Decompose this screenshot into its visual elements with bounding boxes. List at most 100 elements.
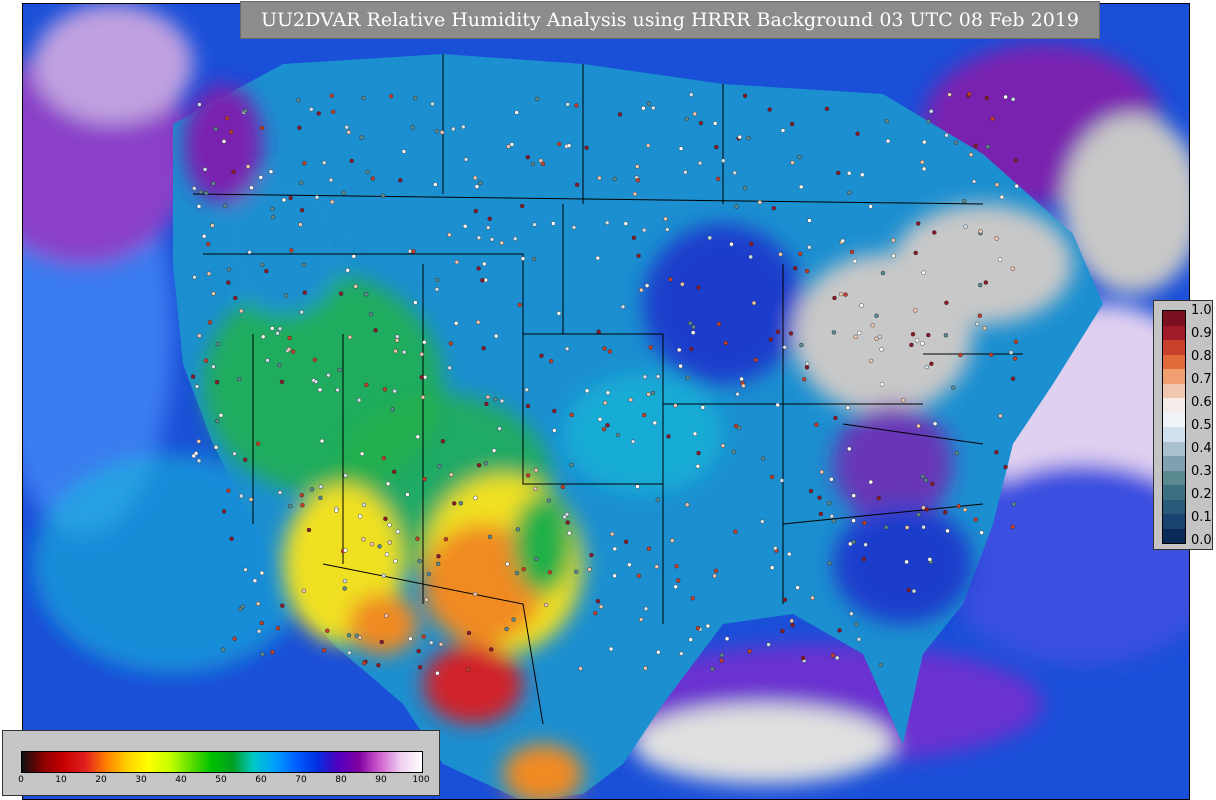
station-dot (197, 333, 202, 338)
station-dot (829, 477, 834, 482)
station-dot (384, 552, 390, 557)
station-dot (868, 358, 874, 364)
station-dot (302, 161, 307, 166)
map-panel (22, 3, 1190, 800)
station-dot (631, 235, 637, 241)
station-dot (913, 250, 918, 256)
station-dot (410, 125, 415, 130)
station-dot (818, 511, 824, 517)
station-dot (884, 118, 889, 124)
station-dot (313, 379, 319, 384)
station-dot (474, 184, 480, 189)
station-dot (766, 642, 771, 647)
station-dot (434, 129, 439, 134)
legend-swatch (1163, 427, 1185, 442)
station-dot (515, 527, 521, 532)
station-dot (943, 510, 948, 515)
station-dot (612, 546, 617, 552)
humidity-map (23, 4, 1189, 799)
station-dot (228, 129, 234, 135)
colorbar-tick-label: 60 (255, 775, 267, 785)
station-dot (1013, 339, 1019, 344)
station-dot (930, 481, 935, 486)
station-dot (856, 637, 862, 642)
station-dot (715, 176, 721, 182)
station-dot (670, 538, 675, 543)
station-dot (281, 197, 287, 203)
station-dot (829, 514, 834, 519)
station-dot (962, 507, 968, 512)
station-dot (1010, 266, 1015, 271)
station-dot (499, 240, 504, 246)
station-dot (954, 451, 959, 456)
station-dot (564, 346, 570, 351)
station-dot (932, 230, 937, 235)
legend-label: 0.5 (1191, 418, 1212, 433)
station-dot (511, 617, 516, 622)
station-dot (346, 633, 352, 638)
legend-label: 0.3 (1191, 464, 1212, 479)
station-dot (646, 101, 652, 106)
station-dot (260, 334, 266, 339)
station-dot (597, 417, 603, 422)
station-dot (259, 262, 265, 268)
station-dot (248, 497, 254, 502)
station-dot (643, 606, 649, 611)
station-dot (677, 347, 682, 353)
station-dot (929, 109, 934, 114)
station-dot (317, 387, 323, 392)
station-dot (958, 352, 963, 358)
station-dot (387, 540, 392, 545)
station-dot (390, 407, 395, 412)
station-dot (193, 451, 199, 456)
station-dot (565, 520, 570, 525)
station-dot (463, 157, 469, 162)
station-dot (879, 347, 884, 352)
station-dot (800, 655, 806, 661)
station-dot (517, 302, 522, 308)
station-dot (359, 135, 364, 140)
station-dot (413, 95, 418, 101)
station-dot (612, 573, 617, 578)
station-dot (504, 626, 509, 632)
station-dot (520, 256, 526, 261)
station-dot (493, 397, 498, 402)
station-dot (557, 141, 562, 147)
station-dot (485, 394, 491, 400)
station-dot (322, 160, 327, 166)
station-dot (452, 501, 457, 506)
station-dot (646, 392, 651, 397)
station-dot (314, 195, 320, 200)
station-dot (678, 363, 683, 369)
station-dot (926, 332, 931, 338)
map-title: UU2DVAR Relative Humidity Analysis using… (240, 1, 1100, 39)
station-dot (839, 291, 844, 297)
station-dot (880, 270, 886, 276)
station-dot (824, 106, 830, 112)
station-dot (411, 249, 416, 254)
station-dot (944, 300, 949, 305)
station-dot (574, 182, 580, 188)
station-dot (920, 474, 925, 479)
station-dot (270, 650, 275, 655)
station-dot (680, 282, 685, 287)
station-dot (448, 341, 453, 346)
station-dot (707, 235, 712, 241)
station-dot (605, 220, 610, 226)
legend-swatch (1163, 398, 1185, 413)
station-dot (787, 551, 792, 557)
station-dot (535, 96, 540, 102)
station-dot (215, 341, 220, 347)
station-dot (566, 143, 572, 148)
station-dot (808, 488, 814, 494)
station-dot (916, 512, 921, 517)
station-dot (419, 352, 424, 357)
station-dot (819, 469, 824, 475)
station-dot (742, 93, 748, 99)
humidity-colorbar-gradient (21, 751, 423, 773)
station-dot (1010, 376, 1016, 381)
station-dot (724, 636, 730, 641)
station-dot (654, 564, 659, 569)
station-dot (486, 225, 491, 230)
station-dot (213, 126, 219, 132)
